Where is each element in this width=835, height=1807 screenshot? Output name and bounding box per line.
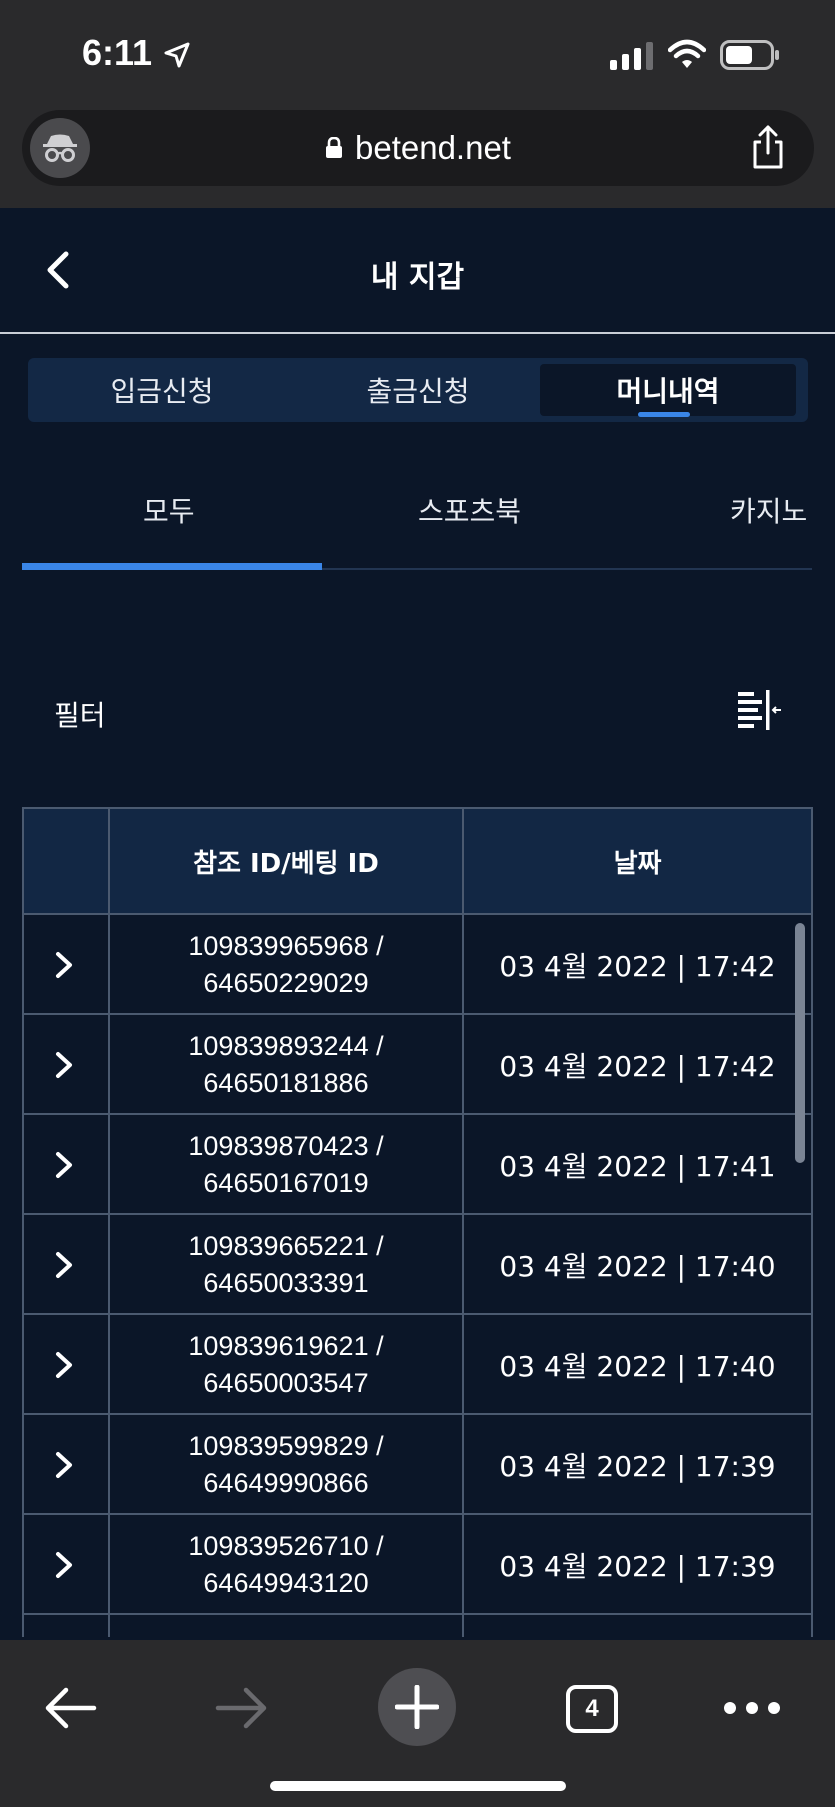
ref-id: 109839965968 / [188, 931, 384, 961]
browser-toolbar: 4 [0, 1640, 835, 1807]
date-cell: 03 4월 2022 | 17:42 [499, 950, 776, 983]
ref-bet-id-cell: 109839965968 / 64650229029 [110, 925, 462, 1005]
ref-bet-id-cell: 109839526710 / 64649943120 [110, 1525, 462, 1605]
tab-switcher-button[interactable]: 4 [566, 1685, 618, 1733]
date-cell: 03 4월 2022 | 17:40 [499, 1250, 776, 1283]
tab-sportsbook[interactable]: 스포츠북 [418, 490, 521, 530]
plus-icon [395, 1685, 439, 1729]
wifi-icon [668, 39, 706, 68]
ref-id: 109839526710 / [188, 1531, 384, 1561]
browser-back-icon[interactable] [42, 1686, 98, 1730]
new-tab-button[interactable] [378, 1668, 456, 1746]
bet-id: 64650033391 [203, 1268, 369, 1298]
date-cell: 03 4월 2022 | 17:41 [499, 1150, 776, 1183]
active-category-indicator [22, 563, 322, 570]
tab-money-history[interactable]: 머니내역 [540, 364, 796, 416]
date-cell: 03 4월 2022 | 17:39 [499, 1450, 776, 1483]
table-row[interactable]: 109839619621 / 64650003547 03 4월 2022 | 1… [24, 1315, 811, 1415]
table-row[interactable]: 109839893244 / 64650181886 03 4월 2022 | 1… [24, 1015, 811, 1115]
address-bar[interactable]: betend.net [22, 110, 814, 186]
active-segment-indicator [638, 412, 690, 417]
bet-id: 64649990866 [203, 1468, 369, 1498]
ref-bet-id-cell: 109839893244 / 64650181886 [110, 1025, 462, 1105]
tab-deposit[interactable]: 입금신청 [34, 364, 290, 416]
expand-chevron-icon[interactable] [54, 1251, 74, 1279]
expand-chevron-icon[interactable] [54, 1351, 74, 1379]
table-header: 참조 ID/베팅 ID 날짜 [24, 809, 811, 915]
status-time: 6:11 [82, 32, 153, 73]
page-title: 내 지갑 [370, 260, 465, 295]
url-display[interactable]: betend.net [22, 110, 814, 186]
date-cell: 03 4월 2022 | 17:42 [499, 1050, 776, 1083]
date-cell: 03 4월 2022 | 17:39 [499, 1550, 776, 1583]
battery-icon [720, 40, 779, 70]
expand-chevron-icon[interactable] [54, 1051, 74, 1079]
table-row[interactable]: 109839965968 / 64650229029 03 4월 2022 | 1… [24, 915, 811, 1015]
ref-bet-id-cell: 109839619621 / 64650003547 [110, 1325, 462, 1405]
ref-id: 109839619621 / [188, 1331, 384, 1361]
status-bar: 6:11 [0, 0, 835, 108]
lock-icon [326, 137, 342, 158]
browser-forward-icon[interactable] [214, 1686, 270, 1730]
tab-withdraw[interactable]: 출금신청 [290, 364, 546, 416]
table-row[interactable]: 109839665221 / 64650033391 03 4월 2022 | 1… [24, 1215, 811, 1315]
more-options-icon[interactable] [722, 1700, 782, 1716]
cellular-signal-icon [610, 42, 653, 70]
category-tabs: 모두 스포츠북 카지노 [0, 470, 835, 570]
url-text: betend.net [355, 129, 511, 166]
app-header: 내 지갑 [0, 208, 835, 334]
filter-label[interactable]: 필터 [54, 694, 106, 734]
ref-id: 109839893244 / [188, 1031, 384, 1061]
expand-chevron-icon[interactable] [54, 1451, 74, 1479]
tab-casino[interactable]: 카지노 [730, 490, 807, 530]
ref-bet-id-cell: 109839870423 / 64650167019 [110, 1125, 462, 1205]
table-scrollbar[interactable] [795, 923, 805, 1163]
tab-all[interactable]: 모두 [143, 490, 195, 530]
share-icon[interactable] [750, 124, 786, 170]
browser-chrome-top: 6:11 betend.net [0, 0, 835, 208]
bet-id: 64650167019 [203, 1168, 369, 1198]
bet-id: 64650181886 [203, 1068, 369, 1098]
ref-bet-id-cell: 109839599829 / 64649990866 [110, 1425, 462, 1505]
expand-chevron-icon[interactable] [54, 1551, 74, 1579]
table-row[interactable]: 109839870423 / 64650167019 03 4월 2022 | 1… [24, 1115, 811, 1215]
column-header-date: 날짜 [613, 848, 662, 879]
location-arrow-icon [164, 42, 190, 68]
table-row[interactable]: 109839599829 / 64649990866 03 4월 2022 | 1… [24, 1415, 811, 1515]
expand-chevron-icon[interactable] [54, 1151, 74, 1179]
bet-id: 64650003547 [203, 1368, 369, 1398]
ref-bet-id-cell: 109839665221 / 64650033391 [110, 1225, 462, 1305]
expand-chevron-icon[interactable] [54, 951, 74, 979]
table-row[interactable]: 109839526710 / 64649943120 03 4월 2022 | 1… [24, 1515, 811, 1615]
ref-id: 109839599829 / [188, 1431, 384, 1461]
bet-id: 64650229029 [203, 968, 369, 998]
ref-id: 109839665221 / [188, 1231, 384, 1261]
home-indicator [270, 1781, 566, 1791]
filter-collapse-icon[interactable] [736, 688, 782, 732]
date-cell: 03 4월 2022 | 17:40 [499, 1350, 776, 1383]
column-header-ref-id: 참조 ID/베팅 ID [193, 848, 379, 879]
wallet-segment-tabs: 입금신청 출금신청 머니내역 [28, 358, 808, 422]
bet-id: 64649943120 [203, 1568, 369, 1598]
column-header-expand [24, 809, 108, 913]
money-history-table: 참조 ID/베팅 ID 날짜 109839965968 / 64650229029… [22, 807, 813, 1637]
ref-id: 109839870423 / [188, 1131, 384, 1161]
